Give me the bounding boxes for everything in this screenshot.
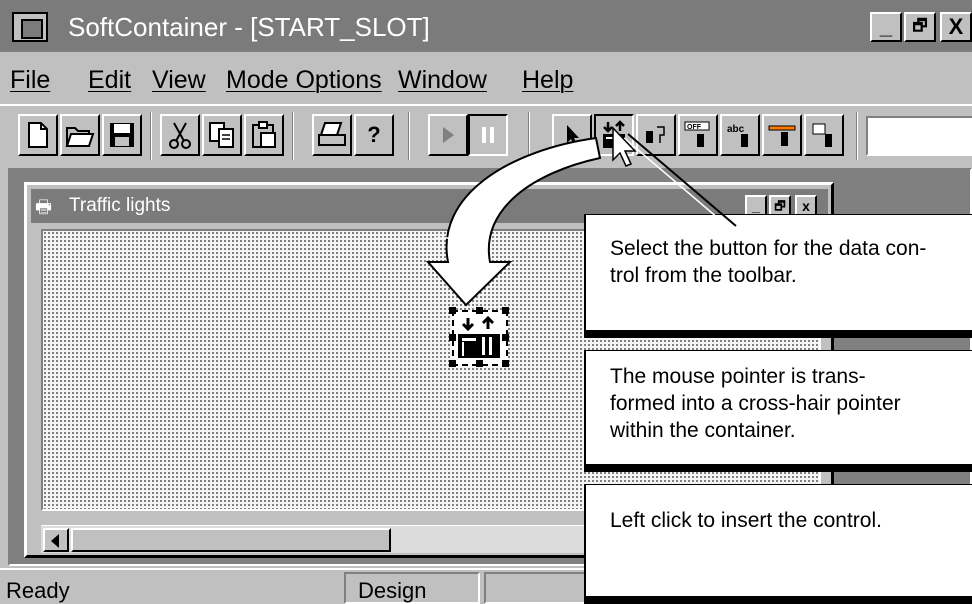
- callout-leader-line: [623, 137, 733, 231]
- callout-leader-line: [627, 133, 737, 227]
- annotation-overlay: [425, 126, 737, 307]
- mouse-cursor-icon: [612, 126, 637, 167]
- curved-arrow-icon: [425, 136, 602, 307]
